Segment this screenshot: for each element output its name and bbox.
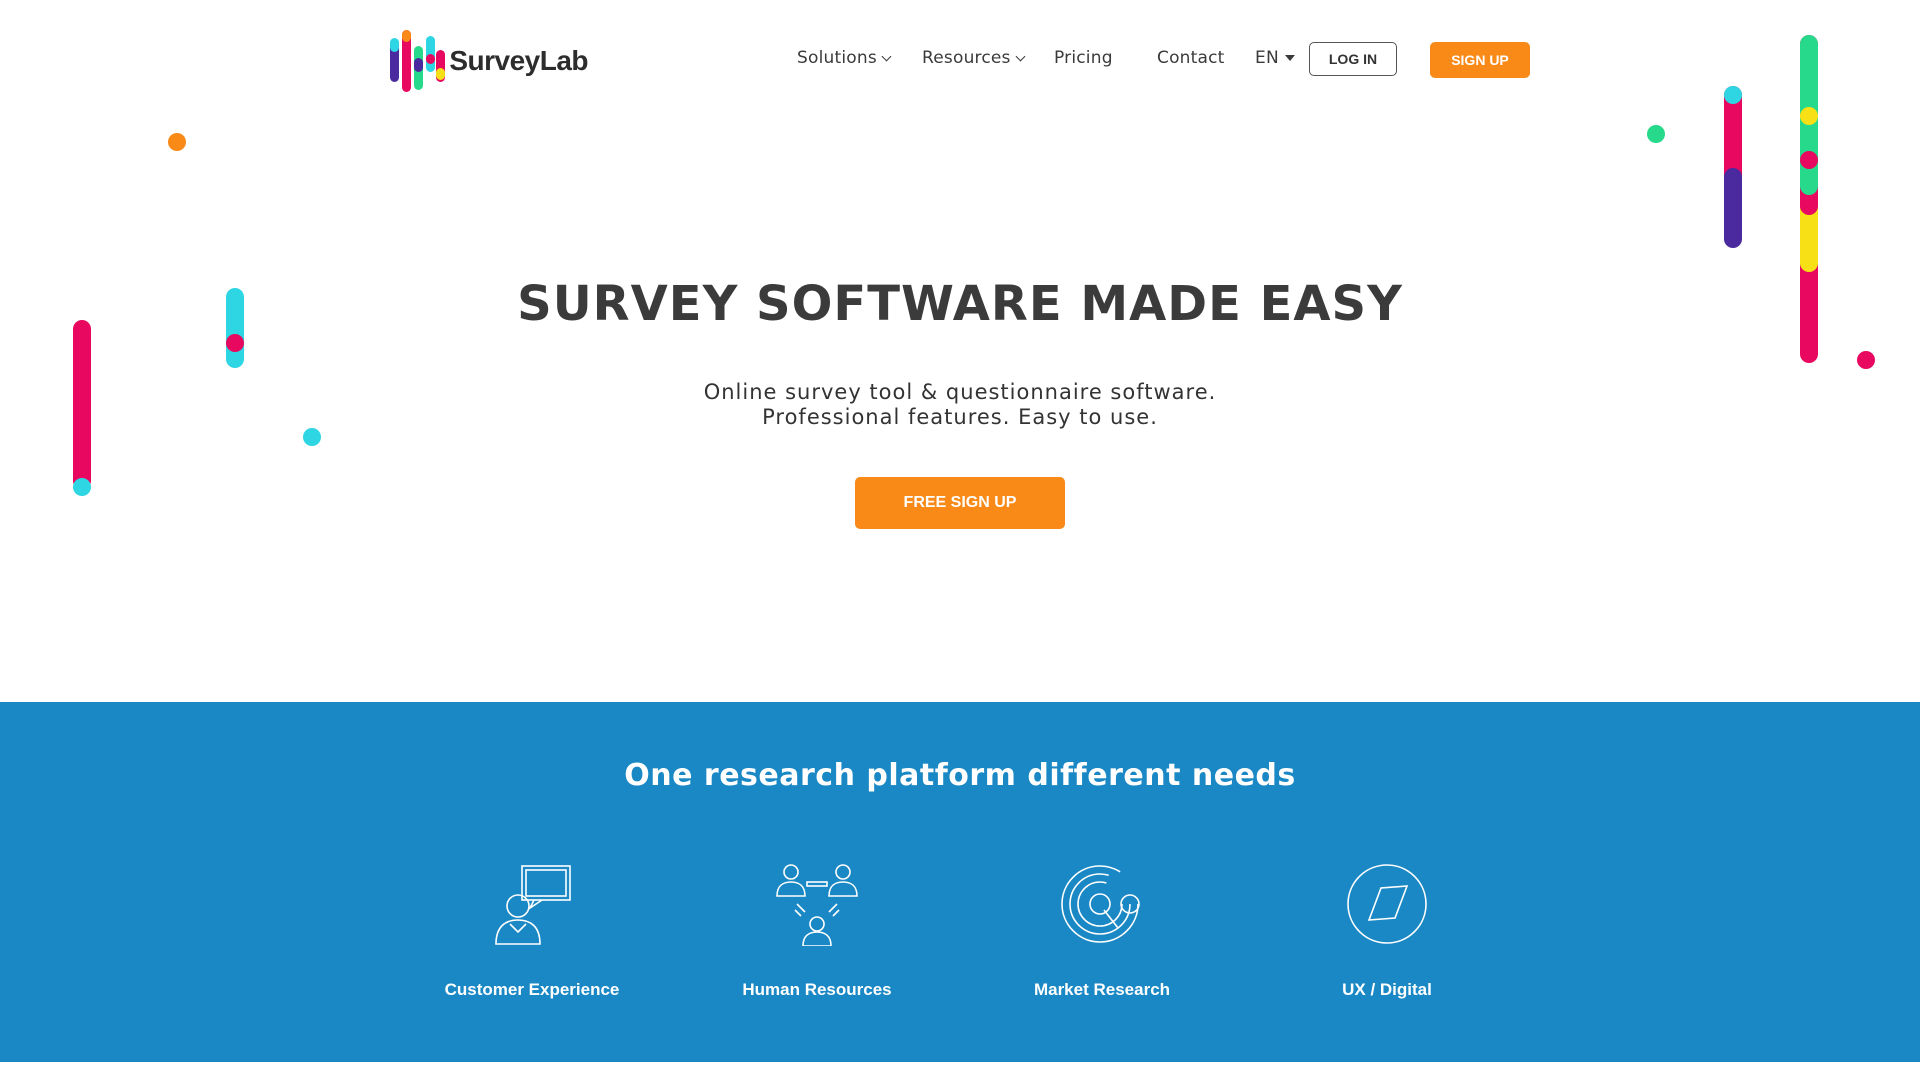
nav-pricing[interactable]: Pricing <box>1054 48 1113 68</box>
need-ux-digital[interactable]: UX / Digital <box>1267 862 1507 1000</box>
need-label: Customer Experience <box>444 980 620 999</box>
hero-subtitle-line: Professional features. Easy to use. <box>762 405 1158 429</box>
need-label: Market Research <box>1033 980 1171 999</box>
language-selector[interactable]: EN <box>1255 48 1295 68</box>
decorative-dot <box>1724 86 1742 104</box>
logo[interactable]: SurveyLab <box>388 26 588 96</box>
customer-experience-icon <box>495 865 571 945</box>
login-button[interactable]: LOG IN <box>1309 42 1397 76</box>
ux-digital-icon <box>1347 864 1427 944</box>
caret-down-icon <box>1284 55 1295 61</box>
decorative-dot <box>1800 107 1818 125</box>
decorative-dot <box>226 334 244 352</box>
decorative-dot <box>303 428 321 446</box>
nav-solutions-label: Solutions <box>797 48 877 68</box>
nav-resources-label: Resources <box>922 48 1011 68</box>
need-market-research[interactable]: Market Research <box>982 862 1222 1000</box>
signup-button[interactable]: SIGN UP <box>1430 42 1530 78</box>
need-label: Human Resources <box>742 980 892 999</box>
market-research-icon <box>1061 865 1140 943</box>
decorative-bar <box>1724 168 1742 248</box>
hero-title: SURVEY SOFTWARE MADE EASY <box>517 276 1403 332</box>
logo-mark-icon <box>388 28 445 94</box>
decorative-dot <box>1647 125 1665 143</box>
decorative-dot <box>1800 151 1818 169</box>
need-customer-experience[interactable]: Customer Experience <box>412 862 652 1000</box>
decorative-dot <box>1800 197 1818 215</box>
chevron-down-icon <box>881 51 892 62</box>
language-label: EN <box>1255 48 1279 68</box>
hero-subtitle: Online survey tool & questionnaire softw… <box>0 380 1920 430</box>
free-signup-button[interactable]: FREE SIGN UP <box>855 477 1065 529</box>
hero-subtitle-line: Online survey tool & questionnaire softw… <box>703 380 1217 404</box>
hero-section: SurveyLab Solutions Resources Pricing Co… <box>0 0 1920 702</box>
need-human-resources[interactable]: Human Resources <box>697 862 937 1000</box>
logo-text: SurveyLab <box>449 45 588 76</box>
chevron-down-icon <box>1015 51 1026 62</box>
decorative-dot <box>168 133 186 151</box>
need-label: UX / Digital <box>1342 980 1432 999</box>
decorative-dot <box>73 478 91 496</box>
nav-solutions[interactable]: Solutions <box>797 48 892 68</box>
platform-section: One research platform different needs Cu… <box>0 702 1920 1062</box>
decorative-dot <box>1857 351 1875 369</box>
nav-contact[interactable]: Contact <box>1157 48 1225 68</box>
human-resources-icon <box>776 864 858 946</box>
nav-resources[interactable]: Resources <box>922 48 1026 68</box>
platform-title: One research platform different needs <box>624 758 1296 793</box>
